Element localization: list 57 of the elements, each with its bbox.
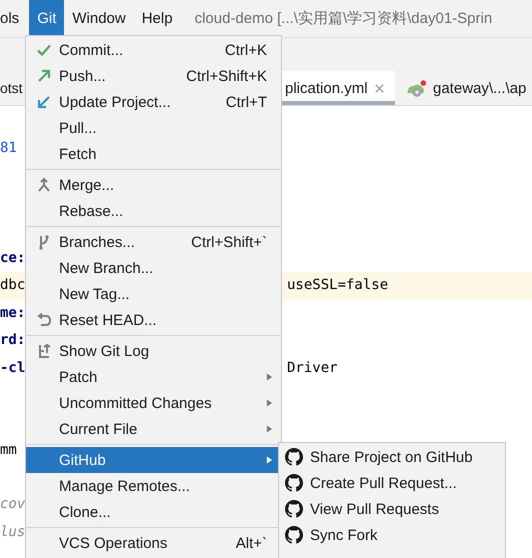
menu-item[interactable]: New Branch... — [26, 255, 281, 281]
octocat-icon — [285, 448, 303, 466]
code-text: mm — [0, 442, 17, 458]
octocat-icon — [285, 500, 303, 518]
menu-item[interactable]: VCS Operations Alt+` — [26, 530, 281, 556]
menu-item[interactable]: Create Pull Request... — [279, 470, 505, 496]
arrow-down-left-icon — [36, 94, 52, 110]
menu-bar-item[interactable]: Window — [64, 0, 134, 37]
menu-item[interactable]: Merge... — [26, 172, 281, 198]
editor-tab[interactable]: otst — [0, 71, 26, 105]
menu-item[interactable]: Manage Remotes... — [26, 473, 281, 499]
submenu-arrow-icon — [266, 398, 273, 408]
code-text: me: — [0, 304, 26, 321]
menu-item[interactable]: New Tag... — [26, 281, 281, 307]
submenu-arrow-icon — [266, 455, 273, 465]
menu-item[interactable]: GitHub — [26, 447, 281, 473]
menu-item[interactable]: Sync Fork — [279, 522, 505, 548]
code-text: useSSL=false — [287, 276, 388, 296]
menu-item[interactable]: Clone... — [26, 499, 281, 525]
code-text: cov — [0, 496, 26, 512]
code-text: rd: — [0, 332, 26, 348]
close-icon[interactable] — [374, 82, 385, 94]
menu-item[interactable]: Current File — [26, 416, 281, 442]
code-text: dbc — [0, 277, 26, 294]
arrow-up-right-icon — [36, 68, 52, 84]
menu-item[interactable]: Patch — [26, 364, 281, 390]
menu-item[interactable]: Reset HEAD... — [26, 307, 281, 333]
menu-item[interactable]: Pull... — [26, 115, 281, 141]
menu-item[interactable]: Update Project... Ctrl+T — [26, 89, 281, 115]
submenu-arrow-icon — [266, 372, 273, 382]
octocat-icon — [285, 526, 303, 544]
undo-icon — [36, 312, 52, 328]
menu-item[interactable]: Rebase... — [26, 198, 281, 224]
code-text: ce: — [0, 250, 26, 266]
code-text: Driver — [287, 358, 338, 378]
window-title: cloud-demo [...\实用篇\学习资料\day01-Sprin — [194, 9, 492, 28]
gear-cloud-icon — [405, 78, 427, 98]
menu-bar-item[interactable]: Git — [29, 0, 64, 37]
code-text: 81 — [0, 140, 17, 156]
code-text: -cl — [0, 360, 26, 376]
menu-item[interactable]: Show Git Log — [26, 338, 281, 364]
editor-tab[interactable]: plication.yml — [282, 71, 395, 105]
merge-icon — [36, 177, 52, 193]
editor-tab[interactable]: gateway\...\ap — [395, 71, 526, 105]
submenu-arrow-icon — [266, 424, 273, 434]
menu-bar-item[interactable]: Help — [134, 0, 181, 37]
menu-item[interactable]: Share Project on GitHub — [279, 444, 505, 470]
octocat-icon — [285, 474, 303, 492]
menu-item[interactable]: Commit... Ctrl+K — [26, 37, 281, 63]
menu-item[interactable]: Fetch — [26, 141, 281, 167]
menu-bar-item[interactable]: ols — [0, 0, 28, 37]
menu-item[interactable]: Push... Ctrl+Shift+K — [26, 63, 281, 89]
menu-item[interactable]: Uncommitted Changes — [26, 390, 281, 416]
menu-item[interactable]: View Pull Requests — [279, 496, 505, 522]
menu-item[interactable]: Branches... Ctrl+Shift+` — [26, 229, 281, 255]
code-text: lus — [0, 524, 26, 540]
check-icon — [36, 42, 52, 58]
